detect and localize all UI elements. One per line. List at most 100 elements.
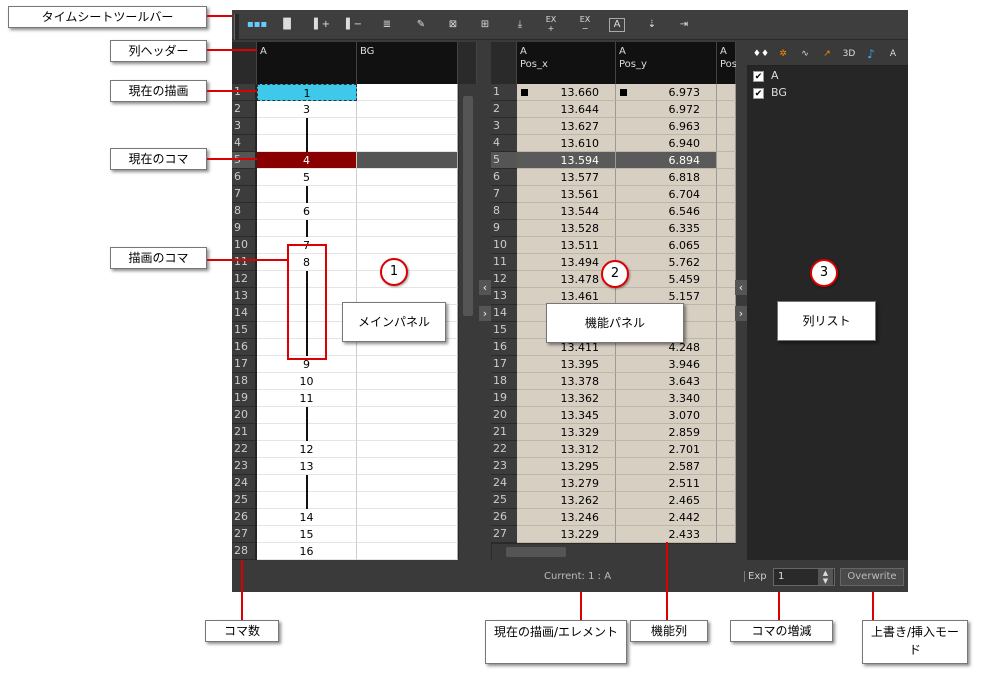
cell-pos-x[interactable]: 13.378 bbox=[517, 373, 616, 390]
cell-pos-x[interactable]: 13.295 bbox=[517, 458, 616, 475]
cell-pos-x[interactable]: 13.329 bbox=[517, 424, 616, 441]
cell-pos[interactable] bbox=[717, 509, 736, 526]
cell-pos[interactable] bbox=[717, 186, 736, 203]
cell-pos[interactable] bbox=[717, 84, 736, 101]
cell-pos-x[interactable]: 13.528 bbox=[517, 220, 616, 237]
func-scroll-thumb[interactable] bbox=[506, 547, 566, 557]
cell-bg[interactable] bbox=[357, 169, 458, 186]
main-vertical-scrollbar[interactable] bbox=[458, 84, 477, 560]
cell-pos-y[interactable]: 3.070 bbox=[616, 407, 717, 424]
cell-a[interactable]: 4 bbox=[257, 152, 357, 169]
column-header-bg[interactable]: BG bbox=[357, 42, 458, 84]
cell-bg[interactable] bbox=[357, 84, 458, 101]
overwrite-mode-button[interactable]: Overwrite bbox=[840, 568, 904, 586]
cell-bg[interactable] bbox=[357, 373, 458, 390]
cell-pos-x[interactable]: 13.627 bbox=[517, 118, 616, 135]
cell-bg[interactable] bbox=[357, 152, 458, 169]
cell-pos[interactable] bbox=[717, 526, 736, 543]
cell-pos-x[interactable]: 13.644 bbox=[517, 101, 616, 118]
column-list-item[interactable]: ✔ A bbox=[753, 70, 893, 84]
func-header-pos[interactable]: A Pos bbox=[717, 42, 736, 84]
cell-bg[interactable] bbox=[357, 356, 458, 373]
cell-pos-y[interactable]: 6.818 bbox=[616, 169, 717, 186]
collapse-left-icon[interactable]: ‹ bbox=[479, 280, 491, 295]
cell-pos-y[interactable]: 2.859 bbox=[616, 424, 717, 441]
text-tab[interactable]: A bbox=[883, 45, 903, 63]
import-icon[interactable]: ⊞ bbox=[474, 16, 496, 34]
main-scroll-thumb[interactable] bbox=[463, 96, 473, 316]
cell-bg[interactable] bbox=[357, 186, 458, 203]
remove-column-icon[interactable]: ▌− bbox=[343, 16, 365, 34]
cell-pos-y[interactable]: 2.465 bbox=[616, 492, 717, 509]
cell-pos-y[interactable]: 6.972 bbox=[616, 101, 717, 118]
cell-pos-x[interactable]: 13.345 bbox=[517, 407, 616, 424]
column-header-a[interactable]: A bbox=[257, 42, 357, 84]
extend-exposure-icon[interactable]: EX + bbox=[540, 15, 562, 33]
cell-bg[interactable] bbox=[357, 101, 458, 118]
cell-pos[interactable] bbox=[717, 254, 736, 271]
cell-pos[interactable] bbox=[717, 305, 736, 322]
pen-icon[interactable]: ↗ bbox=[817, 45, 837, 63]
cell-pos-y[interactable]: 2.433 bbox=[616, 526, 717, 543]
cell-pos[interactable] bbox=[717, 203, 736, 220]
keys-icon[interactable]: ♦♦ bbox=[751, 45, 771, 63]
func-header-pos-y[interactable]: A Pos_y bbox=[616, 42, 717, 84]
stepper-arrows-icon[interactable]: ▲ ▼ bbox=[818, 569, 833, 585]
collapse-left-icon-2[interactable]: ‹ bbox=[735, 280, 747, 295]
cell-pos[interactable] bbox=[717, 169, 736, 186]
cell-pos[interactable] bbox=[717, 322, 736, 339]
column-view-icon[interactable]: ▐▌ bbox=[276, 16, 298, 34]
colors-icon[interactable]: ✲ bbox=[773, 45, 793, 63]
curve-icon[interactable]: ∿ bbox=[795, 45, 815, 63]
cell-pos[interactable] bbox=[717, 441, 736, 458]
cell-pos[interactable] bbox=[717, 356, 736, 373]
cell-pos-y[interactable]: 2.442 bbox=[616, 509, 717, 526]
cell-pos-y[interactable]: 3.340 bbox=[616, 390, 717, 407]
cell-a[interactable]: 15 bbox=[257, 526, 357, 543]
cell-pos-y[interactable]: 6.546 bbox=[616, 203, 717, 220]
cell-pos[interactable] bbox=[717, 407, 736, 424]
reduce-exposure-icon[interactable]: EX − bbox=[574, 15, 596, 33]
cell-bg[interactable] bbox=[357, 458, 458, 475]
cell-pos[interactable] bbox=[717, 118, 736, 135]
cell-pos-x[interactable]: 13.395 bbox=[517, 356, 616, 373]
cell-pos[interactable] bbox=[717, 373, 736, 390]
cell-bg[interactable] bbox=[357, 424, 458, 441]
draw-icon[interactable]: ✎ bbox=[410, 16, 432, 34]
drawing-substitution-icon[interactable]: A bbox=[609, 18, 625, 32]
cell-a[interactable]: 5 bbox=[257, 169, 357, 186]
cell-bg[interactable] bbox=[357, 203, 458, 220]
cell-a[interactable]: 14 bbox=[257, 509, 357, 526]
insert-keyframe-icon[interactable]: ⤓ bbox=[509, 16, 531, 34]
export-icon[interactable]: ⇥ bbox=[673, 16, 695, 34]
cell-pos[interactable] bbox=[717, 339, 736, 356]
cell-pos[interactable] bbox=[717, 135, 736, 152]
checkbox-bg[interactable]: ✔ bbox=[753, 88, 764, 99]
dots-icon[interactable]: ▪▪▪ bbox=[246, 16, 268, 34]
cell-pos-y[interactable]: 6.704 bbox=[616, 186, 717, 203]
add-column-icon[interactable]: ▌+ bbox=[311, 16, 333, 34]
cell-pos-x[interactable]: 13.279 bbox=[517, 475, 616, 492]
cell-pos-y[interactable]: 3.643 bbox=[616, 373, 717, 390]
cell-pos[interactable] bbox=[717, 271, 736, 288]
cell-pos-y[interactable]: 5.459 bbox=[616, 271, 717, 288]
cell-pos[interactable] bbox=[717, 492, 736, 509]
cell-pos-y[interactable]: 6.894 bbox=[616, 152, 717, 169]
cell-pos-x[interactable]: 13.561 bbox=[517, 186, 616, 203]
cell-pos[interactable] bbox=[717, 220, 736, 237]
cell-pos-x[interactable]: 13.262 bbox=[517, 492, 616, 509]
cell-a[interactable]: 6 bbox=[257, 203, 357, 220]
cell-bg[interactable] bbox=[357, 492, 458, 509]
cell-pos[interactable] bbox=[717, 101, 736, 118]
cell-pos-x[interactable]: 13.246 bbox=[517, 509, 616, 526]
cell-pos-x[interactable]: 13.594 bbox=[517, 152, 616, 169]
cell-a[interactable]: 10 bbox=[257, 373, 357, 390]
checkbox-a[interactable]: ✔ bbox=[753, 71, 764, 82]
cell-bg[interactable] bbox=[357, 390, 458, 407]
cell-bg[interactable] bbox=[357, 135, 458, 152]
cell-bg[interactable] bbox=[357, 526, 458, 543]
cell-bg[interactable] bbox=[357, 118, 458, 135]
cell-pos-y[interactable]: 6.335 bbox=[616, 220, 717, 237]
cell-pos-y[interactable]: 2.511 bbox=[616, 475, 717, 492]
cell-pos-y[interactable]: 6.940 bbox=[616, 135, 717, 152]
